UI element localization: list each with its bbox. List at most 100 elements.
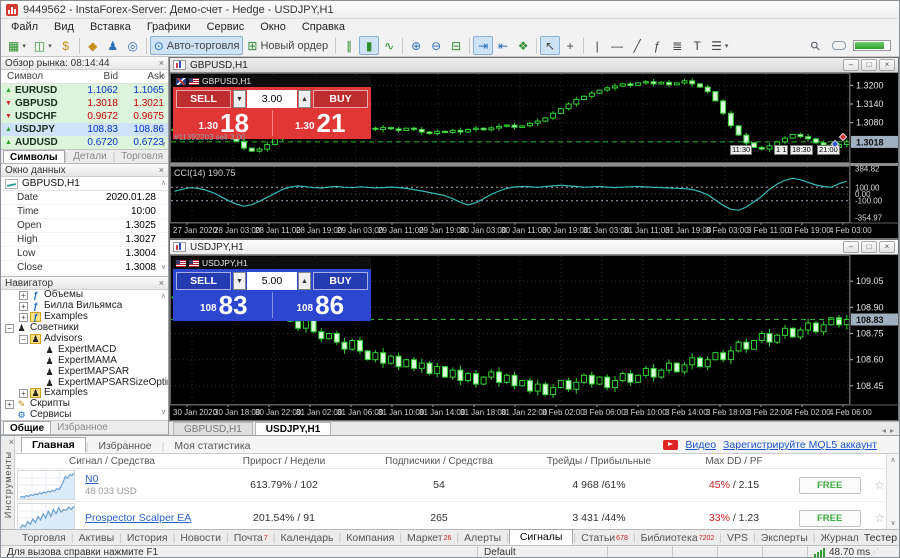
vertical-line-button[interactable]: |: [587, 36, 607, 55]
toolbox-tab-13[interactable]: Эксперты: [756, 532, 813, 544]
toolbox-tab-6[interactable]: Компания: [341, 532, 399, 544]
maximize-icon[interactable]: □: [861, 241, 877, 253]
strategy-tester-tab[interactable]: Тестер стратегий: [864, 532, 900, 544]
market-watch-tab-2[interactable]: Торговля: [115, 150, 169, 163]
scroll-down-icon[interactable]: ∨: [161, 141, 166, 148]
toolbox-tab-12[interactable]: VPS: [722, 532, 753, 544]
menu-Вставка[interactable]: Вставка: [82, 20, 139, 34]
levels-button[interactable]: ≣: [667, 36, 687, 55]
chart-canvas-area[interactable]: CCI(14) 190.75384.82100.000.00-100.00-35…: [170, 73, 898, 238]
scroll-down-icon[interactable]: ∨: [161, 264, 166, 271]
toolbox-tab-10[interactable]: Статьи678: [576, 532, 633, 544]
collapse-icon[interactable]: −: [5, 324, 14, 333]
scroll-down-icon[interactable]: ∨: [890, 519, 895, 527]
horizontal-line-button[interactable]: —: [607, 36, 627, 55]
zoom-in-button[interactable]: ⊕: [406, 36, 426, 55]
tree-item[interactable]: ⚙Сервисы: [1, 410, 168, 420]
tree-item[interactable]: ♟ExpertMAMA: [1, 355, 168, 366]
expand-icon[interactable]: +: [19, 389, 28, 398]
scroll-up-icon[interactable]: ∧: [890, 456, 895, 464]
market-watch-row[interactable]: ▼USDCHF0.96720.9675: [1, 110, 168, 123]
community-chat-icon[interactable]: [832, 41, 846, 50]
market-watch-tab-1[interactable]: Детали: [67, 150, 112, 163]
tree-item[interactable]: ♟ExpertMACD: [1, 344, 168, 355]
volume-increase-button[interactable]: ▲: [298, 90, 311, 108]
buy-price[interactable]: 1.3021: [272, 110, 369, 136]
tree-item[interactable]: +✎Скрипты: [1, 399, 168, 410]
chart-shift-button[interactable]: ⇥: [473, 36, 493, 55]
scroll-up-icon[interactable]: ∧: [161, 293, 166, 300]
buy-button[interactable]: BUY: [313, 90, 368, 108]
tree-item[interactable]: ♟ExpertMAPSAR: [1, 366, 168, 377]
tile-windows-button[interactable]: ⊟: [446, 36, 466, 55]
crosshair-button[interactable]: +: [560, 36, 580, 55]
volume-decrease-button[interactable]: ▼: [233, 90, 246, 108]
bars-button[interactable]: ∥: [339, 36, 359, 55]
signals-service-button[interactable]: ◎: [123, 36, 143, 55]
column-bid[interactable]: Bid: [76, 71, 122, 82]
menu-Вид[interactable]: Вид: [46, 20, 82, 34]
toolbox-tab-11[interactable]: Библиотека7202: [636, 532, 720, 544]
signal-row[interactable]: N048 033 USD613.79% / 102544 968 /61%45%…: [15, 469, 885, 502]
fibo-button[interactable]: ƒ: [647, 36, 667, 55]
trendline-button[interactable]: ╱: [627, 36, 647, 55]
toolbox-toggle-button[interactable]: $: [56, 36, 76, 55]
toolbox-tab-8[interactable]: Алерты: [459, 532, 506, 544]
scroll-up-icon[interactable]: ∧: [161, 180, 166, 187]
new-order-button[interactable]: ⊞Новый ордер: [243, 36, 332, 55]
autoscroll-button[interactable]: ⇤: [493, 36, 513, 55]
zoom-out-button[interactable]: ⊖: [426, 36, 446, 55]
status-connection[interactable]: 48.70 ms ⋰: [807, 546, 899, 558]
video-link[interactable]: Видео: [685, 439, 716, 451]
favorite-star-icon[interactable]: ☆: [874, 478, 885, 492]
expand-icon[interactable]: +: [19, 302, 28, 311]
menu-Справка[interactable]: Справка: [294, 20, 353, 34]
tree-item[interactable]: −♟Advisors: [1, 334, 168, 345]
signals-tab-2[interactable]: Моя статистика: [164, 439, 260, 453]
tree-item[interactable]: +ƒОбъемы: [1, 290, 168, 301]
menu-Графики[interactable]: Графики: [139, 20, 199, 34]
collapse-icon[interactable]: −: [19, 335, 28, 344]
signals-scrollbar[interactable]: ∧ ∨: [886, 454, 899, 529]
profiles-button[interactable]: ◫▾: [30, 36, 56, 55]
maximize-icon[interactable]: □: [861, 59, 877, 71]
toolbox-tab-5[interactable]: Календарь: [276, 532, 339, 544]
new-chart-button[interactable]: ▦▾: [4, 36, 30, 55]
dropdown-caret-icon[interactable]: ▾: [725, 42, 729, 50]
close-icon[interactable]: ×: [879, 241, 895, 253]
tree-item[interactable]: +♟Examples: [1, 388, 168, 399]
signal-row[interactable]: Prospector Scalper EA201.54% / 912653 43…: [15, 502, 885, 529]
tree-item[interactable]: +ƒБилла Вильямса: [1, 301, 168, 312]
buy-price[interactable]: 10886: [272, 292, 369, 318]
tree-item[interactable]: −♟Советники: [1, 323, 168, 334]
sell-button[interactable]: SELL: [176, 272, 231, 290]
market-watch-tab-0[interactable]: Символы: [3, 150, 65, 163]
close-icon[interactable]: ×: [9, 438, 14, 447]
line-chart-button[interactable]: ∿: [379, 36, 399, 55]
market-watch-row[interactable]: ▲AUDUSD0.67200.6723: [1, 136, 168, 149]
scroll-up-icon[interactable]: ∧: [161, 73, 166, 80]
candles-button[interactable]: ▮: [359, 36, 379, 55]
signals-tab-0[interactable]: Главная: [21, 437, 86, 453]
navigator-tab-1[interactable]: Избранное: [51, 421, 114, 434]
dropdown-caret-icon[interactable]: ▾: [22, 42, 26, 50]
signals-tab-1[interactable]: Избранное: [88, 439, 161, 453]
expand-icon[interactable]: +: [5, 400, 14, 409]
templates-button[interactable]: ❖: [513, 36, 533, 55]
volume-increase-button[interactable]: ▲: [298, 272, 311, 290]
close-icon[interactable]: ×: [159, 166, 164, 175]
close-icon[interactable]: ×: [879, 59, 895, 71]
chart-tab-1[interactable]: USDJPY,H1: [255, 422, 331, 435]
status-profile[interactable]: Default: [477, 546, 607, 558]
scroll-right-icon[interactable]: ▸: [890, 426, 894, 435]
chart-canvas-area[interactable]: 109.05108.90108.75108.60108.45108.8330 J…: [170, 255, 898, 420]
close-icon[interactable]: ×: [159, 59, 164, 68]
scroll-down-icon[interactable]: ∨: [161, 409, 166, 416]
market-watch-toggle-button[interactable]: ◆: [83, 36, 103, 55]
toolbox-tab-1[interactable]: Активы: [74, 532, 120, 544]
signal-name-link[interactable]: N0: [85, 473, 98, 485]
signal-name-link[interactable]: Prospector Scalper EA: [85, 512, 191, 524]
tree-item[interactable]: ♟ExpertMAPSARSizeOptim: [1, 377, 168, 388]
sell-button[interactable]: SELL: [176, 90, 231, 108]
minimize-icon[interactable]: –: [843, 241, 859, 253]
